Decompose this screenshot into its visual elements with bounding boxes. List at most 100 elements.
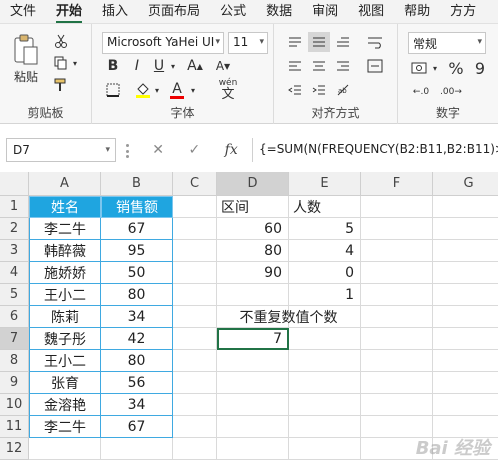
cell-e4[interactable]: 0 [289, 262, 361, 284]
copy-icon[interactable] [52, 54, 70, 72]
empty-cell[interactable] [217, 350, 289, 372]
font-name-combo[interactable]: Microsoft YaHei UI ▾ [102, 32, 224, 54]
merge-center-icon[interactable] [364, 56, 386, 76]
empty-cell[interactable] [173, 196, 217, 218]
menu-help[interactable]: 帮助 [394, 0, 440, 23]
font-color-dropdown-icon[interactable]: ▾ [188, 80, 198, 100]
empty-cell[interactable] [433, 350, 498, 372]
number-format-combo[interactable]: 常规 ▾ [408, 32, 486, 54]
empty-cell[interactable] [433, 328, 498, 350]
empty-cell[interactable] [173, 394, 217, 416]
empty-cell[interactable] [289, 394, 361, 416]
empty-cell[interactable] [361, 240, 433, 262]
empty-cell[interactable] [173, 262, 217, 284]
menu-page-layout[interactable]: 页面布局 [138, 0, 210, 23]
column-header-e[interactable]: E [289, 172, 361, 196]
cell-a6[interactable]: 陈莉 [29, 306, 101, 328]
cell-b10[interactable]: 34 [101, 394, 173, 416]
row-header-10[interactable]: 10 [0, 394, 29, 416]
decrease-font-icon[interactable]: A ▼ [212, 56, 234, 76]
wrap-text-icon[interactable] [364, 32, 386, 52]
formula-bar-grip[interactable] [126, 144, 130, 158]
align-bottom-icon[interactable] [332, 32, 354, 52]
row-header-4[interactable]: 4 [0, 262, 29, 284]
column-header-c[interactable]: C [173, 172, 217, 196]
increase-decimal-icon[interactable]: ←.0 [408, 82, 434, 102]
cell-d4[interactable]: 90 [217, 262, 289, 284]
menu-insert[interactable]: 插入 [92, 0, 138, 23]
accounting-format-icon[interactable] [408, 58, 430, 78]
empty-cell[interactable] [433, 306, 498, 328]
row-header-3[interactable]: 3 [0, 240, 29, 262]
empty-cell[interactable] [433, 240, 498, 262]
empty-cell[interactable] [361, 284, 433, 306]
empty-cell[interactable] [289, 416, 361, 438]
cell-a10[interactable]: 金溶艳 [29, 394, 101, 416]
empty-cell[interactable] [361, 394, 433, 416]
comma-button[interactable]: 9 [470, 58, 490, 78]
cell-e5[interactable]: 1 [289, 284, 361, 306]
empty-cell[interactable] [361, 196, 433, 218]
menu-view[interactable]: 视图 [348, 0, 394, 23]
underline-dropdown-icon[interactable]: ▾ [168, 56, 178, 76]
row-header-11[interactable]: 11 [0, 416, 29, 438]
empty-cell[interactable] [101, 438, 173, 460]
copy-dropdown-icon[interactable]: ▾ [70, 54, 80, 72]
font-color-icon[interactable]: A [166, 80, 188, 100]
menu-home[interactable]: 开始 [46, 0, 92, 23]
cell-b8[interactable]: 80 [101, 350, 173, 372]
column-header-a[interactable]: A [29, 172, 101, 196]
empty-cell[interactable] [173, 284, 217, 306]
cell-b1[interactable]: 销售额 [101, 196, 173, 218]
empty-cell[interactable] [173, 438, 217, 460]
empty-cell[interactable] [217, 394, 289, 416]
cell-b9[interactable]: 56 [101, 372, 173, 394]
cut-icon[interactable] [52, 32, 70, 50]
insert-function-icon[interactable]: fx [225, 142, 238, 158]
row-header-7[interactable]: 7 [0, 328, 29, 350]
empty-cell[interactable] [217, 372, 289, 394]
empty-cell[interactable] [433, 372, 498, 394]
formula-input[interactable]: {=SUM(N(FREQUENCY(B2:B11,B2:B11)>0 [252, 138, 498, 162]
menu-review[interactable]: 审阅 [302, 0, 348, 23]
italic-button[interactable]: I [128, 56, 146, 76]
name-box[interactable]: D7 ▾ [6, 138, 116, 162]
decrease-decimal-icon[interactable]: .00→ [438, 82, 464, 102]
accounting-dropdown-icon[interactable]: ▾ [430, 58, 440, 78]
cancel-icon[interactable]: ✕ [152, 142, 164, 158]
empty-cell[interactable] [289, 350, 361, 372]
row-header-6[interactable]: 6 [0, 306, 29, 328]
row-header-12[interactable]: 12 [0, 438, 29, 460]
empty-cell[interactable] [433, 394, 498, 416]
cell-a1[interactable]: 姓名 [29, 196, 101, 218]
menu-data[interactable]: 数据 [256, 0, 302, 23]
cell-d2[interactable]: 60 [217, 218, 289, 240]
column-header-g[interactable]: G [433, 172, 498, 196]
bold-button[interactable]: B [104, 56, 122, 76]
increase-font-icon[interactable]: A ▲ [184, 56, 206, 76]
decrease-indent-icon[interactable] [284, 80, 306, 100]
empty-cell[interactable] [173, 372, 217, 394]
cell-a8[interactable]: 王小二 [29, 350, 101, 372]
empty-cell[interactable] [289, 438, 361, 460]
empty-cell[interactable] [361, 328, 433, 350]
paste-label[interactable]: 粘贴 [8, 68, 44, 84]
empty-cell[interactable] [173, 240, 217, 262]
empty-cell[interactable] [361, 218, 433, 240]
empty-cell[interactable] [217, 438, 289, 460]
row-header-2[interactable]: 2 [0, 218, 29, 240]
cell-d6[interactable]: 不重复数值个数 [217, 306, 361, 328]
empty-cell[interactable] [433, 218, 498, 240]
empty-cell[interactable] [289, 372, 361, 394]
cell-b6[interactable]: 34 [101, 306, 173, 328]
cell-a9[interactable]: 张育 [29, 372, 101, 394]
cell-a7[interactable]: 魏子彤 [29, 328, 101, 350]
cell-a2[interactable]: 李二牛 [29, 218, 101, 240]
orientation-icon[interactable]: ab [332, 80, 354, 100]
cell-e1[interactable]: 人数 [289, 196, 361, 218]
cell-d3[interactable]: 80 [217, 240, 289, 262]
font-size-combo[interactable]: 11 ▾ [228, 32, 268, 54]
borders-icon[interactable] [102, 80, 124, 100]
menu-fangfang[interactable]: 方方 [440, 0, 486, 23]
empty-cell[interactable] [433, 284, 498, 306]
